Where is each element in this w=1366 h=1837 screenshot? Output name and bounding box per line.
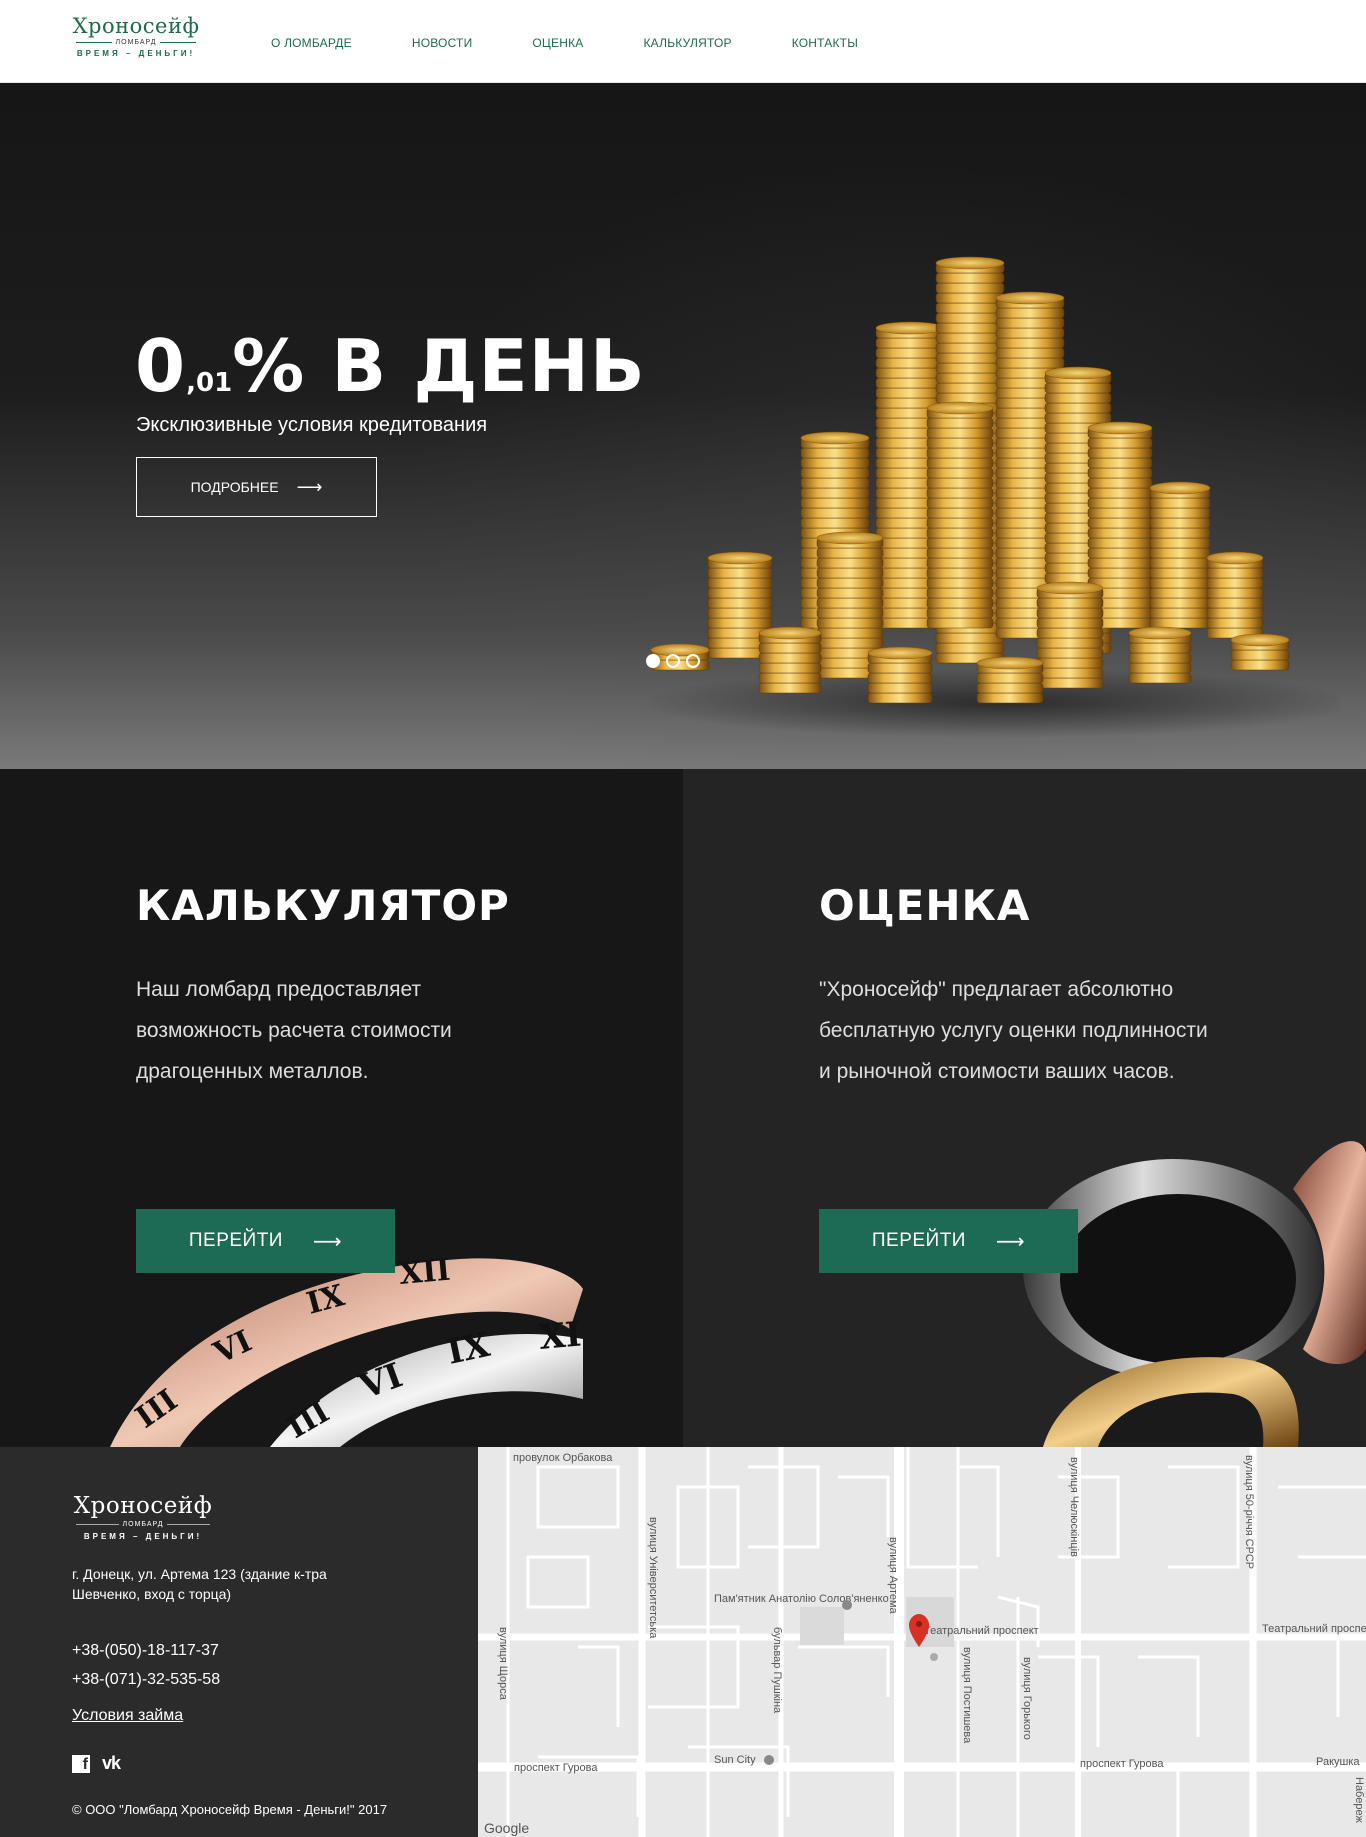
- google-logo: Google: [484, 1820, 529, 1836]
- logo-sub: ЛОМБАРД: [115, 39, 157, 46]
- slider-dot-3[interactable]: [686, 654, 700, 668]
- nav-contacts[interactable]: КОНТАКТЫ: [792, 36, 858, 50]
- appraisal-text: "Хроносейф" предлагает абсолютно бесплат…: [819, 978, 1208, 1083]
- map-label-teatralny: Театральний проспект: [924, 1625, 1039, 1637]
- map-label-chelyuskintsev: вулиця Челюскінців: [1068, 1457, 1080, 1557]
- monument-icon[interactable]: [842, 1600, 852, 1610]
- nav-news[interactable]: НОВОСТИ: [412, 36, 473, 50]
- map-label-rakushka: Ракушка: [1316, 1756, 1360, 1768]
- hero-subtitle: Эксклюзивные условия кредитования: [136, 414, 488, 436]
- arrow-right-icon: ⟶: [296, 476, 323, 497]
- svg-text:XI: XI: [537, 1314, 583, 1358]
- nav-about[interactable]: О ЛОМБАРДЕ: [271, 36, 352, 50]
- more-button-label: ПОДРОБНЕЕ: [190, 479, 279, 495]
- map-label-postysheva: вулиця Постишева: [961, 1647, 973, 1744]
- slider-dots: [646, 654, 706, 668]
- loan-terms-link[interactable]: Условия займа: [72, 1707, 183, 1725]
- map-label-sssr: вулиця 50-річчя СРСР: [1243, 1455, 1255, 1569]
- footer-logo-motto: ВРЕМЯ – ДЕНЬГИ!: [83, 1532, 203, 1541]
- coins-image: [640, 256, 1340, 738]
- copyright: © ООО "Ломбард Хроносейф Время - Деньги!…: [72, 1802, 388, 1817]
- building-icon[interactable]: [930, 1653, 938, 1661]
- calculator-section: КАЛЬКУЛЯТОР Наш ломбард предоставляет во…: [0, 769, 683, 1447]
- arrow-right-icon: ⟶: [312, 1230, 343, 1253]
- facebook-icon[interactable]: f: [72, 1754, 90, 1773]
- nav-appraisal[interactable]: ОЦЕНКА: [532, 36, 583, 50]
- site-header: Хроносейф ЛОМБАРД ВРЕМЯ – ДЕНЬГИ! О ЛОМБ…: [0, 0, 1366, 83]
- calculator-text: Наш ломбард предоставляет возможность ра…: [136, 978, 452, 1083]
- map-label-pereulok: провулок Орбакова: [513, 1452, 613, 1464]
- map-canvas[interactable]: провулок Орбакова вулиця Університетська…: [478, 1447, 1366, 1837]
- footer-logo[interactable]: Хроносейф ЛОМБАРД ВРЕМЯ – ДЕНЬГИ!: [72, 1493, 214, 1541]
- logo[interactable]: Хроносейф ЛОМБАРД ВРЕМЯ – ДЕНЬГИ!: [72, 14, 200, 66]
- footer-logo-name: Хроносейф: [73, 1493, 213, 1519]
- map-label-gurova-right: проспект Гурова: [1080, 1758, 1164, 1770]
- appraisal-go-label: ПЕРЕЙТИ: [871, 1230, 966, 1251]
- shopping-icon[interactable]: [764, 1755, 774, 1765]
- map-label-shchorsa: вулиця Щорса: [497, 1627, 509, 1701]
- map-label-naberezhnaya: Набереж: [1353, 1777, 1365, 1823]
- phone-2[interactable]: +38-(071)-32-535-58: [72, 1671, 220, 1689]
- appraisal-title: ОЦЕНКА: [819, 881, 1031, 930]
- logo-motto: ВРЕМЯ – ДЕНЬГИ!: [76, 49, 196, 58]
- calculator-go-button[interactable]: ПЕРЕЙТИ ⟶: [136, 1209, 395, 1273]
- map-label-artema: вулиця Артема: [887, 1537, 899, 1615]
- hero-slider: 0,01% В ДЕНЬ Эксклюзивные условия кредит…: [0, 83, 1366, 769]
- appraisal-section: ОЦЕНКА "Хроносейф" предлагает абсолютно …: [683, 769, 1366, 1447]
- map[interactable]: провулок Орбакова вулиця Університетська…: [478, 1447, 1366, 1837]
- slider-dot-1[interactable]: [646, 654, 660, 668]
- footer: Хроносейф ЛОМБАРД ВРЕМЯ – ДЕНЬГИ! г. Дон…: [0, 1447, 478, 1837]
- logo-name: Хроносейф: [72, 14, 200, 38]
- map-label-sun-city: Sun City: [714, 1754, 756, 1766]
- phone-1[interactable]: +38-(050)-18-117-37: [72, 1642, 219, 1660]
- map-label-gurova-left: проспект Гурова: [514, 1762, 598, 1774]
- calculator-go-label: ПЕРЕЙТИ: [188, 1230, 283, 1251]
- more-button[interactable]: ПОДРОБНЕЕ ⟶: [136, 457, 377, 517]
- rings-image: [1023, 1141, 1366, 1447]
- footer-logo-sub: ЛОМБАРД: [122, 1521, 164, 1528]
- main-nav: О ЛОМБАРДЕ НОВОСТИ ОЦЕНКА КАЛЬКУЛЯТОР КО…: [271, 36, 918, 50]
- arrow-right-icon: ⟶: [995, 1230, 1026, 1253]
- social-links: f vk: [72, 1753, 121, 1774]
- slider-dot-2[interactable]: [666, 654, 680, 668]
- nav-calculator[interactable]: КАЛЬКУЛЯТОР: [643, 36, 731, 50]
- map-label-gorkogo: вулиця Горького: [1021, 1657, 1033, 1740]
- vk-icon[interactable]: vk: [102, 1753, 121, 1774]
- calculator-title: КАЛЬКУЛЯТОР: [136, 881, 510, 930]
- hero-title: 0,01% В ДЕНЬ: [135, 324, 646, 408]
- address: г. Донецк, ул. Артема 123 (здание к-тра …: [72, 1566, 327, 1602]
- appraisal-go-button[interactable]: ПЕРЕЙТИ ⟶: [819, 1209, 1078, 1273]
- map-label-teatralny-right: Театральний проспект: [1262, 1623, 1366, 1635]
- map-label-pushkina: бульвар Пушкіна: [771, 1627, 783, 1714]
- map-label-universitetskaya: вулиця Університетська: [647, 1517, 659, 1639]
- svg-text:XII: XII: [398, 1253, 452, 1292]
- map-label-pamyatnik: Пам'ятник Анатолію Солов'яненко: [714, 1593, 889, 1605]
